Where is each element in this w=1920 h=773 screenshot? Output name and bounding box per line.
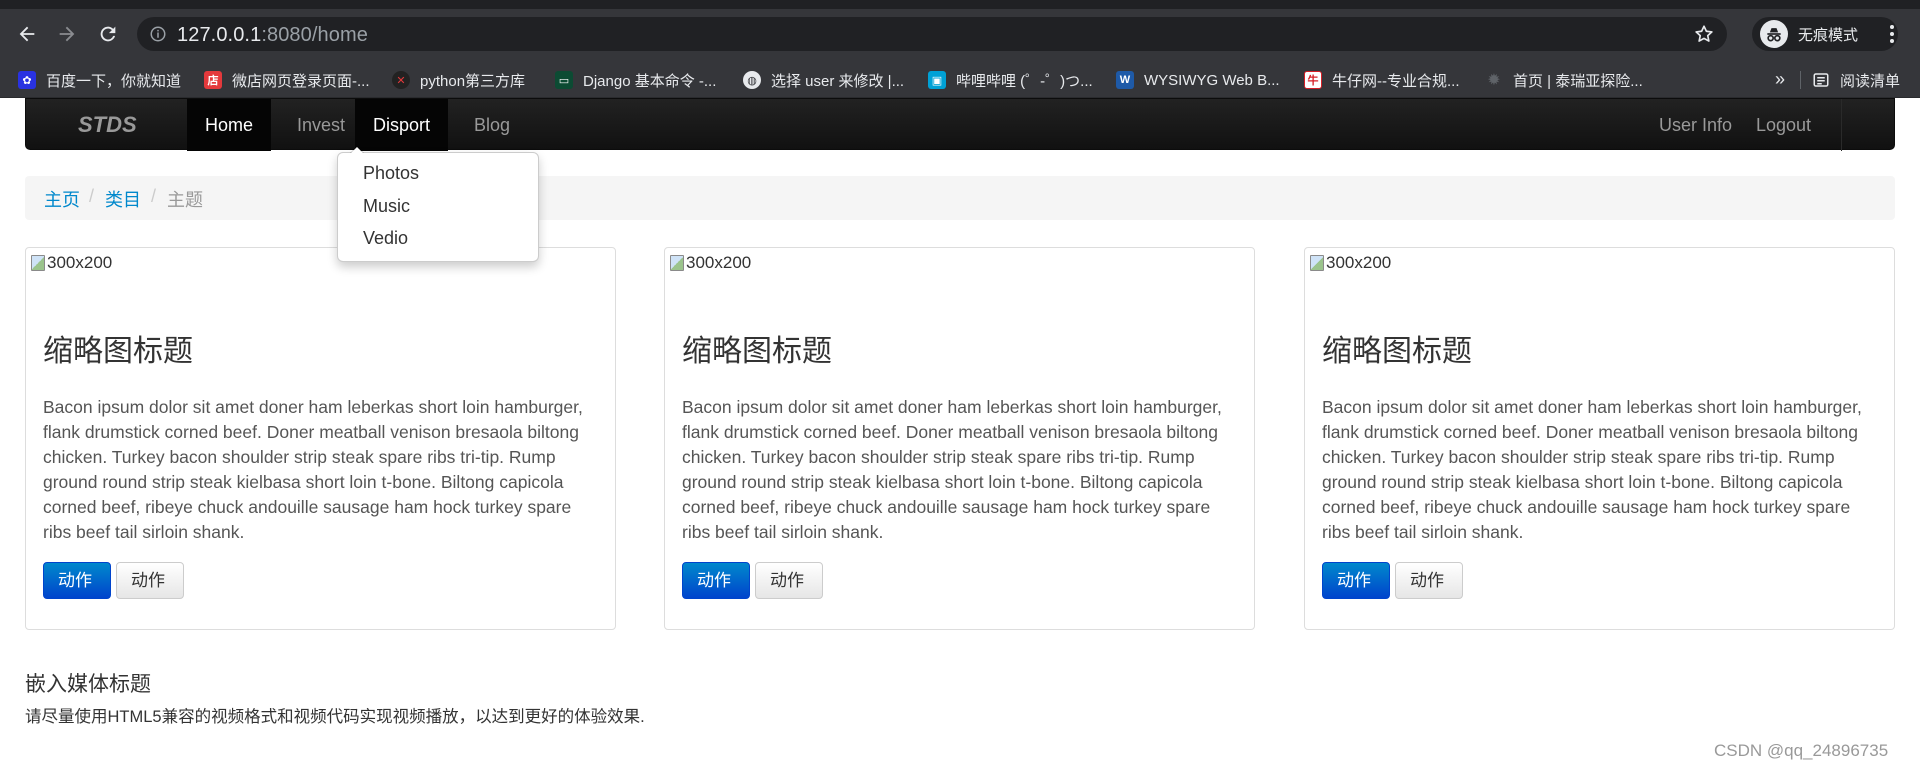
action-secondary-button[interactable]: 动作 <box>116 562 184 599</box>
csdn-watermark: CSDN @qq_24896735 <box>1714 741 1889 760</box>
bookmark-label: python第三方库 <box>420 72 526 90</box>
bookmark-label: 哔哩哔哩 (゜-゜)つ... <box>956 72 1093 90</box>
bookmark-label: WYSIWYG Web B... <box>1144 71 1280 89</box>
dropdown-item-photos[interactable]: Photos <box>363 163 419 184</box>
bookmark-label: Django 基本命令 -... <box>583 72 717 90</box>
tab-strip <box>0 0 1920 9</box>
action-primary-button[interactable]: 动作 <box>1322 562 1390 599</box>
url-path: :8080/home <box>261 24 368 46</box>
django-icon: ▭ <box>555 71 573 89</box>
thumbnail-title: 缩略图标题 <box>43 335 193 368</box>
back-button[interactable] <box>13 20 41 48</box>
thumbnail-body: Bacon ipsum dolor sit amet doner ham leb… <box>682 397 1222 542</box>
bookmark-weidian[interactable]: 店 微店网页登录页面-... <box>204 62 370 98</box>
breadcrumb-separator: / <box>151 186 157 206</box>
bookmark-terraria[interactable]: ✹ 首页 | 泰瑞亚探险... <box>1485 62 1643 98</box>
incognito-label: 无痕模式 <box>1798 26 1859 44</box>
bookmark-label: 微店网页登录页面-... <box>232 72 370 90</box>
media-heading: 嵌入媒体标题 <box>25 673 151 696</box>
nav-disport[interactable]: Disport <box>355 99 449 151</box>
thumbnail-body: Bacon ipsum dolor sit amet doner ham leb… <box>1322 397 1862 542</box>
thumbnail-title: 缩略图标题 <box>1322 335 1472 368</box>
broken-image-icon <box>670 255 684 271</box>
bookmark-baidu[interactable]: ✿ 百度一下，你就知道 <box>18 62 181 98</box>
reading-list-icon <box>1813 73 1829 87</box>
bilibili-icon: ▣ <box>928 71 946 89</box>
thumbnail-body: Bacon ipsum dolor sit amet doner ham leb… <box>43 397 583 542</box>
url-text[interactable]: 127.0.0.1:8080/home <box>177 24 368 47</box>
bookmark-label: 选择 user 来修改 |... <box>771 72 905 90</box>
star-icon[interactable] <box>1693 23 1715 45</box>
bookmark-label: 百度一下，你就知道 <box>46 72 182 90</box>
top-navbar: STDS Home Invest Disport Blog User Info … <box>25 98 1895 151</box>
image-alt-text: 300x200 <box>1326 253 1392 272</box>
bookmark-django-admin[interactable]: ◍ 选择 user 来修改 |... <box>743 62 904 98</box>
terraria-icon: ✹ <box>1487 72 1501 89</box>
nav-logout[interactable]: Logout <box>1738 99 1829 151</box>
incognito-icon <box>1760 20 1788 48</box>
image-alt-text: 300x200 <box>686 253 752 272</box>
arrow-right-icon <box>59 26 75 42</box>
nav-user-info[interactable]: User Info <box>1641 99 1750 151</box>
media-description: 请尽量使用HTML5兼容的视频格式和视频代码实现视频播放，以达到更好的体验效果. <box>25 708 645 726</box>
nav-home[interactable]: Home <box>187 99 272 151</box>
dropdown-item-vedio[interactable]: Vedio <box>363 228 408 249</box>
reading-list-label: 阅读清单 <box>1840 72 1901 90</box>
image-alt-text: 300x200 <box>47 253 113 272</box>
python-icon: ✕ <box>392 71 410 89</box>
url-host: 127.0.0.1 <box>177 24 262 46</box>
thumbnail-image: 300x200 <box>31 253 112 273</box>
breadcrumb-home[interactable]: 主页 <box>44 186 80 212</box>
arrow-left-icon <box>19 26 35 42</box>
weidian-icon: 店 <box>204 71 222 89</box>
bookmark-django[interactable]: ▭ Django 基本命令 -... <box>555 62 716 98</box>
breadcrumb-category[interactable]: 类目 <box>105 186 141 212</box>
disport-dropdown-menu: Photos Music Vedio <box>337 146 539 262</box>
more-vert-icon[interactable] <box>1880 22 1904 46</box>
broken-image-icon <box>1310 255 1324 271</box>
bookmark-python[interactable]: ✕ python第三方库 <box>392 62 525 98</box>
dropdown-item-music[interactable]: Music <box>363 196 410 217</box>
nav-blog[interactable]: Blog <box>456 99 528 151</box>
bookmarks-bar: ✿ 百度一下，你就知道 店 微店网页登录页面-... ✕ python第三方库 … <box>0 62 1920 98</box>
wysiwyg-icon: W <box>1116 71 1134 89</box>
action-secondary-button[interactable]: 动作 <box>1395 562 1463 599</box>
thumbnail-title: 缩略图标题 <box>682 335 832 368</box>
breadcrumb-separator: / <box>89 186 95 206</box>
globe-icon: ◍ <box>743 71 761 89</box>
brand-logo[interactable]: STDS <box>78 112 137 138</box>
bookmarks-more-button[interactable]: » <box>1775 69 1785 90</box>
address-bar[interactable]: 127.0.0.1:8080/home <box>137 17 1727 51</box>
thumbnail-card: 300x200 缩略图标题 Bacon ipsum dolor sit amet… <box>1304 247 1895 630</box>
reload-button[interactable] <box>94 20 122 48</box>
nav-invest[interactable]: Invest <box>279 99 363 151</box>
thumbnail-image: 300x200 <box>1310 253 1391 273</box>
baidu-icon: ✿ <box>18 71 36 89</box>
navbar-divider <box>1841 99 1842 151</box>
browser-toolbar: 127.0.0.1:8080/home 无痕模式 <box>0 0 1920 62</box>
breadcrumb-current: 主题 <box>167 190 203 210</box>
bookmark-bilibili[interactable]: ▣ 哔哩哔哩 (゜-゜)つ... <box>928 62 1093 98</box>
reading-list-button[interactable]: 阅读清单 <box>1812 62 1900 98</box>
page-content: STDS Home Invest Disport Blog User Info … <box>0 98 1920 773</box>
thumbnail-card: 300x200 缩略图标题 Bacon ipsum dolor sit amet… <box>25 247 616 630</box>
bookmark-wysiwyg[interactable]: W WYSIWYG Web B... <box>1116 62 1280 98</box>
bookmark-niuzai[interactable]: 牛 牛仔网--专业合规... <box>1304 62 1460 98</box>
forward-button[interactable] <box>53 20 81 48</box>
bookmark-label: 牛仔网--专业合规... <box>1332 72 1460 90</box>
reload-icon <box>100 26 116 42</box>
bookmarks-divider <box>1800 71 1801 89</box>
breadcrumb: 主页 / 类目 / 主题 <box>25 176 1895 220</box>
thumbnail-image: 300x200 <box>670 253 751 273</box>
action-secondary-button[interactable]: 动作 <box>755 562 823 599</box>
action-primary-button[interactable]: 动作 <box>682 562 750 599</box>
broken-image-icon <box>31 255 45 271</box>
thumbnail-card: 300x200 缩略图标题 Bacon ipsum dolor sit amet… <box>664 247 1255 630</box>
action-primary-button[interactable]: 动作 <box>43 562 111 599</box>
info-icon[interactable] <box>149 25 167 43</box>
incognito-indicator[interactable]: 无痕模式 <box>1752 17 1898 51</box>
bookmark-label: 首页 | 泰瑞亚探险... <box>1513 72 1643 90</box>
niuzai-icon: 牛 <box>1304 71 1322 89</box>
